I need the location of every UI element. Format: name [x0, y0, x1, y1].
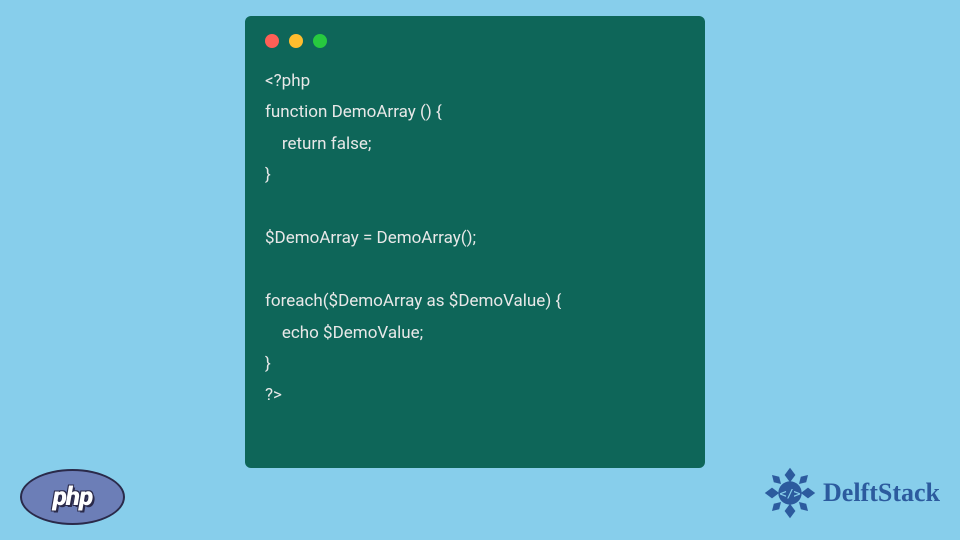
close-icon	[265, 34, 279, 48]
delftstack-logo: </> DelftStack	[763, 466, 940, 520]
maximize-icon	[313, 34, 327, 48]
php-logo-text: php	[53, 482, 93, 512]
code-content: <?php function DemoArray () { return fal…	[265, 66, 685, 412]
minimize-icon	[289, 34, 303, 48]
code-window: <?php function DemoArray () { return fal…	[245, 16, 705, 468]
delftstack-logo-text: DelftStack	[823, 478, 940, 508]
window-traffic-lights	[265, 34, 685, 48]
php-logo: php	[20, 469, 125, 525]
svg-text:</>: </>	[779, 487, 800, 501]
delftstack-icon: </>	[763, 466, 817, 520]
